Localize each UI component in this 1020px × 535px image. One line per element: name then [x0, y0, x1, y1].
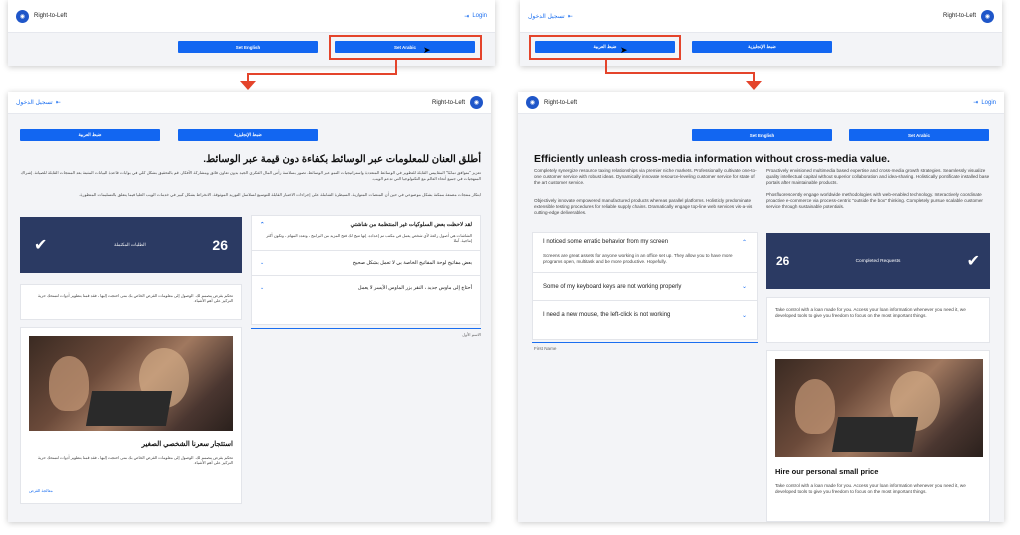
chevron-down-icon: ⌄ — [741, 284, 747, 291]
login-link[interactable]: تسجيل الدخول ⇤ — [528, 13, 573, 20]
accordion-item-2-header[interactable]: بعض مفاتيح لوحة المفاتيح الخاصة بي لا تع… — [252, 251, 480, 276]
form-divider — [251, 328, 481, 329]
product-title: استئجار سعرنا الشخصي الصغير — [141, 441, 233, 448]
arrow-down-icon — [240, 81, 256, 90]
accordion-item-1-header[interactable]: I noticed some erratic behavior from my … — [533, 233, 757, 251]
chevron-down-icon: ⌄ — [260, 259, 265, 266]
set-english-button[interactable]: ضبط الإنجليزية — [178, 129, 318, 141]
accordion-item-1-body: الشاشات هي أصول رائعة لأي شخص يعمل في مك… — [252, 233, 480, 251]
arrow-down-icon — [746, 81, 762, 90]
stat-label: الطلبات المكتملة — [114, 242, 146, 247]
arabic-page-panel: تسجيل الدخول ⇤ Right-to-Left ◉ ضبط العرب… — [8, 92, 491, 522]
brand-name: Right-to-Left — [942, 13, 976, 19]
intro-paragraph-2: ابتكار منتجات مصنعة ممكنة بشكل موضوعي في… — [79, 192, 481, 197]
navbar: ◉ Right-to-Left ⇥ Login — [518, 92, 1004, 114]
accordion-item-3-header[interactable]: أحتاج إلى ماوس جديد ، النقر بزر الماوس ا… — [252, 276, 480, 301]
highlight-box — [529, 35, 681, 60]
english-page-panel: ◉ Right-to-Left ⇥ Login Set English Set … — [518, 92, 1004, 522]
checkmark-icon: ✔ — [966, 253, 980, 270]
checkmark-icon: ✔ — [34, 237, 48, 254]
chevron-up-icon: ⌃ — [260, 221, 265, 228]
cursor-icon: ➤ — [620, 45, 628, 55]
chevron-down-icon: ⌄ — [260, 285, 265, 292]
brand[interactable]: Right-to-Left ◉ — [942, 9, 994, 23]
chevron-up-icon: ⌃ — [741, 239, 747, 246]
stat-number: 26 — [776, 254, 790, 268]
set-english-button[interactable]: Set English — [692, 129, 832, 141]
intro-paragraph-1: تعزيز "متوافق تمامًا" المقاييس القابلة ل… — [20, 170, 481, 181]
form-divider — [532, 342, 758, 343]
accordion-item-1-body: Screens are great assets for anyone work… — [533, 251, 757, 274]
product-card: استئجار سعرنا الشخصي الصغير تحكم بقرض مص… — [20, 327, 242, 504]
loan-info-text: Take control with a loan made for you. A… — [775, 307, 966, 319]
page-title: Efficiently unleash cross-media informat… — [534, 153, 890, 165]
top-left-panel: ◉ Right-to-Left ⇥ Login Set English Set … — [8, 0, 495, 66]
login-icon: ⇤ — [567, 13, 573, 20]
accordion-item-1-title: لقد لاحظت بعض السلوكيات غير المنتظمة من … — [350, 221, 473, 228]
accordion-item-3-title: I need a new mouse, the left-click is no… — [543, 312, 671, 319]
brand-logo-icon: ◉ — [16, 9, 29, 23]
loan-info-text: تحكم بقرض مصمم لك. الوصول إلى معلومات ال… — [37, 293, 233, 304]
login-label: تسجيل الدخول — [528, 13, 565, 20]
set-arabic-button[interactable]: Set Arabic — [849, 129, 989, 141]
top-right-panel: تسجيل الدخول ⇤ Right-to-Left ◉ ضبط العرب… — [520, 0, 1002, 66]
product-card: Hire our personal small price Take contr… — [766, 350, 990, 522]
login-label: تسجيل الدخول — [16, 100, 53, 106]
accordion-item-3-header[interactable]: I need a new mouse, the left-click is no… — [533, 301, 757, 329]
first-name-label: الاسم الأول — [462, 332, 481, 337]
accordion: I noticed some erratic behavior from my … — [532, 232, 758, 340]
brand-logo-icon: ◉ — [981, 9, 994, 23]
product-text: تحكم بقرض مصمم لك. الوصول إلى معلومات ال… — [37, 455, 233, 466]
accordion-item-2-title: بعض مفاتيح لوحة المفاتيح الخاصة بي لا تع… — [352, 259, 472, 266]
brand[interactable]: Right-to-Left ◉ — [432, 96, 483, 109]
login-icon: ⇤ — [55, 100, 61, 106]
brand-logo-icon: ◉ — [470, 96, 483, 109]
set-english-button[interactable]: ضبط الإنجليزية — [692, 41, 832, 53]
login-link[interactable]: ⇥ Login — [464, 13, 487, 20]
chevron-down-icon: ⌄ — [741, 312, 747, 319]
intro-col2-paragraph-1: Proactively envisioned multimedia based … — [766, 168, 990, 186]
login-link[interactable]: تسجيل الدخول ⇤ — [16, 99, 61, 106]
product-text: Take control with a loan made for you. A… — [775, 483, 966, 495]
stat-label: Completed Requests — [855, 258, 901, 264]
brand[interactable]: ◉ Right-to-Left — [16, 9, 68, 23]
login-label: Login — [472, 13, 487, 19]
brand[interactable]: ◉ Right-to-Left — [526, 96, 577, 109]
loan-process-link[interactable]: معالجة القرض — [29, 488, 53, 493]
intro-col1-paragraph-2: Objectively innovate empowered manufactu… — [534, 198, 753, 216]
set-arabic-button[interactable]: ضبط العربية — [20, 129, 160, 141]
accordion: لقد لاحظت بعض السلوكيات غير المنتظمة من … — [251, 215, 481, 325]
accordion-item-3-title: أحتاج إلى ماوس جديد ، النقر بزر الماوس ا… — [357, 285, 472, 292]
accordion-item-2-header[interactable]: Some of my keyboard keys are not working… — [533, 273, 757, 302]
accordion-item-1-title: I noticed some erratic behavior from my … — [543, 239, 669, 245]
intro-col2-paragraph-2: Phosfluorescently engage worldwide metho… — [766, 192, 983, 210]
brand-logo-icon: ◉ — [526, 96, 539, 109]
navbar: تسجيل الدخول ⇤ Right-to-Left ◉ — [520, 0, 1002, 33]
page-title: أطلق العنان للمعلومات عبر الوسائط بكفاءة… — [203, 154, 481, 165]
navbar: تسجيل الدخول ⇤ Right-to-Left ◉ — [8, 92, 491, 114]
navbar: ◉ Right-to-Left ⇥ Login — [8, 0, 495, 33]
accordion-item-1-header[interactable]: لقد لاحظت بعض السلوكيات غير المنتظمة من … — [252, 216, 480, 233]
set-english-button[interactable]: Set English — [178, 41, 318, 53]
login-link[interactable]: ⇥ Login — [973, 99, 996, 107]
stat-card: ✔ الطلبات المكتملة 26 — [20, 217, 242, 273]
brand-name: Right-to-Left — [431, 99, 465, 106]
login-icon: ⇥ — [973, 100, 979, 106]
intro-col1-paragraph-1: Completely synergize resource taxing rel… — [534, 168, 757, 186]
cursor-icon: ➤ — [423, 45, 431, 55]
accordion-item-2-title: Some of my keyboard keys are not working… — [543, 283, 682, 290]
product-photo — [775, 359, 983, 457]
brand-name: Right-to-Left — [544, 99, 578, 106]
product-photo — [29, 336, 233, 431]
stat-number: 26 — [212, 237, 228, 253]
product-title: Hire our personal small price — [775, 467, 879, 476]
login-label: Login — [981, 99, 996, 106]
loan-info-box: تحكم بقرض مصمم لك. الوصول إلى معلومات ال… — [20, 284, 242, 320]
brand-name: Right-to-Left — [34, 13, 68, 19]
loan-info-box: Take control with a loan made for you. A… — [766, 297, 990, 343]
highlight-box — [329, 35, 482, 60]
first-name-label: First Name — [534, 346, 557, 351]
stat-card: 26 Completed Requests ✔ — [766, 233, 990, 289]
login-icon: ⇥ — [464, 13, 470, 20]
